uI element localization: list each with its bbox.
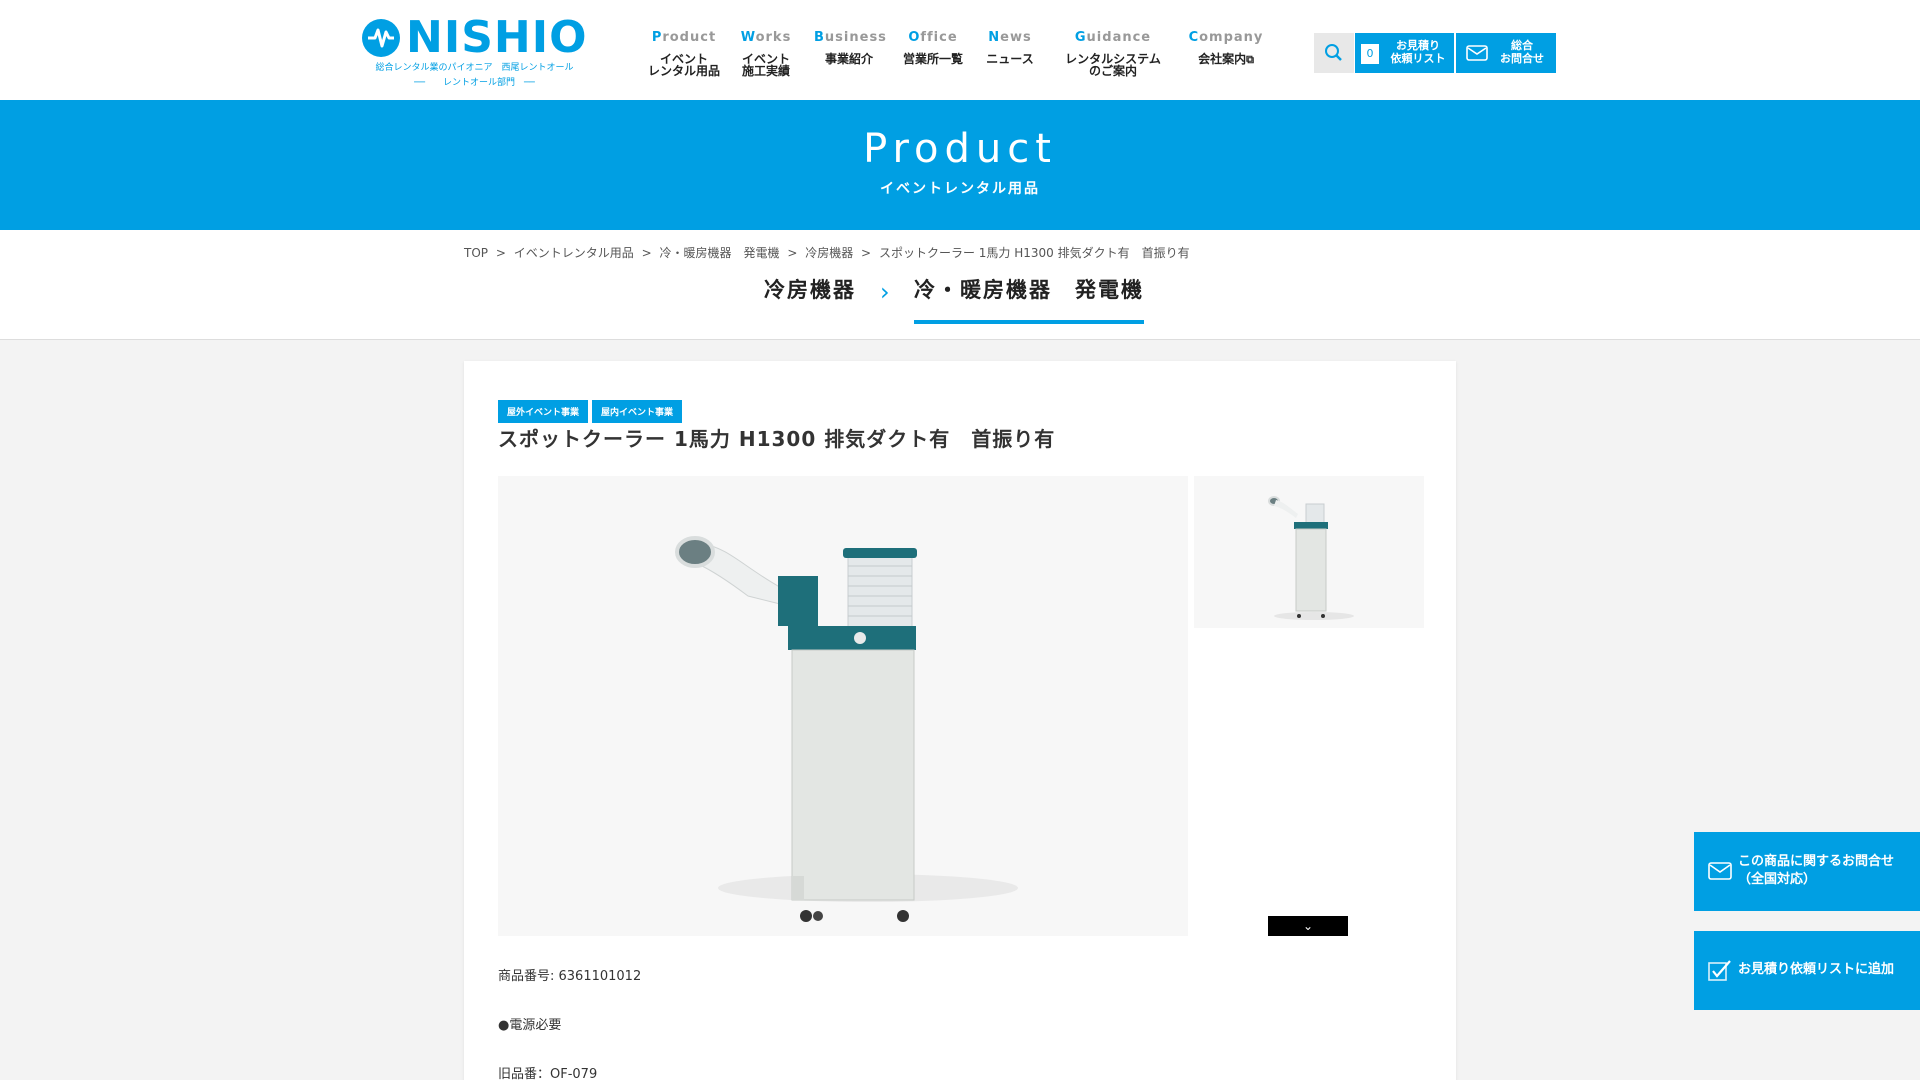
- search-icon: [1325, 44, 1342, 61]
- mail-icon: [1708, 862, 1732, 880]
- quote-list-label: お見積り 依頼リスト: [1385, 39, 1451, 65]
- quote-label-line-2: 依頼リスト: [1390, 52, 1446, 65]
- breadcrumb-link-cooling[interactable]: 冷房機器: [805, 246, 853, 260]
- product-inquiry-button[interactable]: この商品に関するお問合せ （全国対応）: [1694, 832, 1920, 911]
- nav-item-product[interactable]: Product イベント レンタル用品: [636, 30, 732, 77]
- nav-item-company[interactable]: Company 会社案内⧉: [1184, 30, 1268, 66]
- tag-indoor-event[interactable]: 屋内イベント事業: [592, 400, 683, 423]
- breadcrumb-separator: >: [495, 246, 506, 260]
- nav-item-business[interactable]: Business 事業紹介: [814, 30, 887, 66]
- nav-item-office[interactable]: Office 営業所一覧: [898, 30, 968, 65]
- page-hero: Product イベントレンタル用品: [0, 100, 1920, 230]
- page-subtitle: イベントレンタル用品: [880, 181, 1040, 197]
- nav-en-label: News: [988, 30, 1032, 45]
- logo[interactable]: NISHIO 総合レンタル業のパイオニア 西尾レントオール ── レントオール部…: [362, 12, 587, 88]
- nav-item-news[interactable]: News ニュース: [982, 30, 1038, 65]
- tag-outdoor-event[interactable]: 屋外イベント事業: [498, 400, 589, 423]
- breadcrumb-link-heating-cooling[interactable]: 冷・暖房機器 発電機: [659, 246, 779, 260]
- breadcrumb-separator: >: [641, 246, 652, 260]
- add-to-quote-button[interactable]: お見積り依頼リストに追加: [1694, 931, 1920, 1010]
- logo-mark-icon: [362, 19, 400, 57]
- quote-count-badge: 0: [1361, 44, 1379, 64]
- nav-en-label: Office: [908, 30, 958, 45]
- product-main-image[interactable]: [498, 476, 1188, 936]
- inquiry-label-line-2: （全国対応）: [1738, 872, 1817, 887]
- quote-list-button[interactable]: 0 お見積り 依頼リスト: [1355, 33, 1454, 73]
- tab-cooling[interactable]: 冷房機器: [764, 274, 856, 304]
- nav-jp-label-2: レンタル用品: [647, 64, 720, 78]
- nav-jp-label: 営業所一覧: [902, 52, 963, 66]
- chevron-down-icon: ⌄: [1302, 919, 1314, 933]
- chevron-right-icon: ›: [880, 278, 890, 306]
- inquiry-label-line-1: この商品に関するお問合せ: [1738, 854, 1895, 869]
- nav-jp-text: 会社案内: [1198, 52, 1247, 66]
- nav-jp-label: 会社案内⧉: [1184, 53, 1268, 66]
- product-title: スポットクーラー 1馬力 H1300 排気ダクト有 首振り有: [498, 427, 1056, 451]
- category-tabs: 冷房機器 › 冷・暖房機器 発電機: [0, 274, 1920, 340]
- product-tags: 屋外イベント事業 屋内イベント事業: [498, 400, 686, 423]
- logo-text: NISHIO: [406, 12, 588, 63]
- product-card: 屋外イベント事業 屋内イベント事業 スポットクーラー 1馬力 H1300 排気ダク…: [464, 361, 1456, 1080]
- add-to-quote-label: お見積り依頼リストに追加: [1738, 962, 1895, 977]
- logo-tagline: 総合レンタル業のパイオニア 西尾レントオール: [375, 63, 574, 73]
- inquiry-label: この商品に関するお問合せ （全国対応）: [1738, 853, 1894, 889]
- spot-cooler-image: [675, 536, 1018, 922]
- thumbnail-next-button[interactable]: ⌄: [1268, 916, 1348, 936]
- contact-label-line-1: 総合: [1511, 39, 1533, 52]
- nav-item-guidance[interactable]: Guidance レンタルシステム のご案内: [1058, 30, 1168, 77]
- nav-en-label: Guidance: [1074, 30, 1152, 45]
- breadcrumb-current: スポットクーラー 1馬力 H1300 排気ダクト有 首振り有: [878, 246, 1190, 260]
- breadcrumb: TOP > イベントレンタル用品 > 冷・暖房機器 発電機 > 冷房機器 > ス…: [464, 244, 1194, 261]
- thumbnail-strip: ⌃ ⌄: [1194, 476, 1424, 936]
- nav-en-label: Company: [1188, 30, 1264, 45]
- category-band: TOP > イベントレンタル用品 > 冷・暖房機器 発電機 > 冷房機器 > ス…: [0, 230, 1920, 340]
- thumbnail-image[interactable]: [1194, 476, 1424, 628]
- breadcrumb-separator: >: [787, 246, 798, 260]
- contact-button[interactable]: 総合 お問合せ: [1456, 33, 1556, 73]
- product-number: 商品番号: 6361101012: [498, 969, 642, 984]
- search-button[interactable]: [1314, 33, 1354, 73]
- breadcrumb-link-top[interactable]: TOP: [464, 246, 488, 260]
- nav-en-label: Business: [814, 30, 887, 45]
- old-product-number: 旧品番：OF-079: [498, 1067, 598, 1080]
- page-title: Product: [863, 126, 1057, 172]
- power-required-note: ●電源必要: [498, 1018, 562, 1033]
- nav-jp-label: ニュース: [986, 52, 1034, 66]
- mail-icon: [1466, 45, 1488, 61]
- checkbox-icon: [1708, 960, 1731, 981]
- nav-item-works[interactable]: Works イベント 施工実績: [734, 30, 798, 77]
- nav-en-label: Works: [740, 30, 792, 45]
- nav-jp-label: 事業紹介: [824, 52, 873, 66]
- tab-heating-cooling-generator[interactable]: 冷・暖房機器 発電機: [914, 274, 1144, 324]
- breadcrumb-link-event-rental[interactable]: イベントレンタル用品: [514, 246, 634, 260]
- spot-cooler-thumbnail: [1268, 496, 1354, 620]
- nav-jp-label-2: のご案内: [1088, 64, 1137, 78]
- site-header: NISHIO 総合レンタル業のパイオニア 西尾レントオール ── レントオール部…: [0, 0, 1920, 100]
- breadcrumb-separator: >: [861, 246, 872, 260]
- contact-label-line-2: お問合せ: [1500, 52, 1544, 65]
- nav-jp-label-2: 施工実績: [741, 64, 790, 78]
- nav-en-label: Product: [651, 30, 717, 45]
- contact-label: 総合 お問合せ: [1494, 39, 1550, 65]
- quote-label-line-1: お見積り: [1396, 39, 1440, 52]
- external-link-icon: ⧉: [1246, 53, 1254, 66]
- logo-division: ── レントオール部門 ──: [414, 78, 535, 88]
